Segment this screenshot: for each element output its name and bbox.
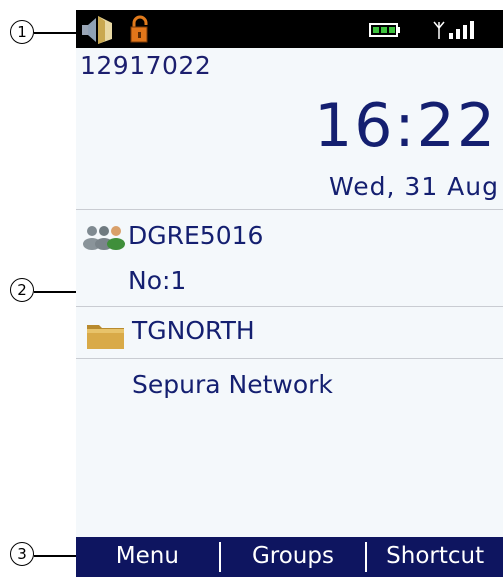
status-bar (76, 10, 503, 48)
divider (76, 306, 503, 307)
groups-softkey[interactable]: Groups (221, 537, 366, 577)
ssi-number: 12917022 (80, 51, 212, 80)
callout-2-label: 2 (17, 281, 27, 299)
callout-2-leader-line (34, 291, 76, 293)
divider (76, 358, 503, 359)
talkgroup-name: DGRE5016 (128, 221, 264, 250)
shortcut-softkey[interactable]: Shortcut (367, 537, 503, 577)
callout-1-label: 1 (17, 23, 27, 41)
callout-1-leader-line (34, 32, 76, 34)
radio-screen: 12917022 16:22 Wed, 31 Aug DGRE5016 No:1… (76, 10, 503, 577)
folder-name: TGNORTH (132, 316, 255, 345)
status-right-icons (369, 21, 474, 39)
softkey-bar: Menu Groups Shortcut (76, 537, 503, 577)
menu-softkey[interactable]: Menu (76, 537, 219, 577)
callout-1: 1 (10, 20, 34, 44)
callout-3-leader-line (34, 555, 76, 557)
callout-3-label: 3 (17, 545, 27, 563)
status-left-icons (82, 15, 148, 44)
talkgroup-number: No:1 (128, 266, 187, 295)
divider (76, 209, 503, 210)
signal-icon (433, 21, 474, 39)
clock-time: 16:22 (314, 91, 497, 161)
talkgroup-icon (83, 226, 125, 250)
battery-icon (369, 23, 400, 37)
unlock-icon (130, 15, 148, 43)
callout-2: 2 (10, 278, 34, 302)
clock-date: Wed, 31 Aug (329, 172, 499, 201)
network-name: Sepura Network (132, 370, 333, 399)
speaker-icon (82, 16, 112, 44)
callout-3: 3 (10, 542, 34, 566)
folder-icon (87, 325, 124, 349)
